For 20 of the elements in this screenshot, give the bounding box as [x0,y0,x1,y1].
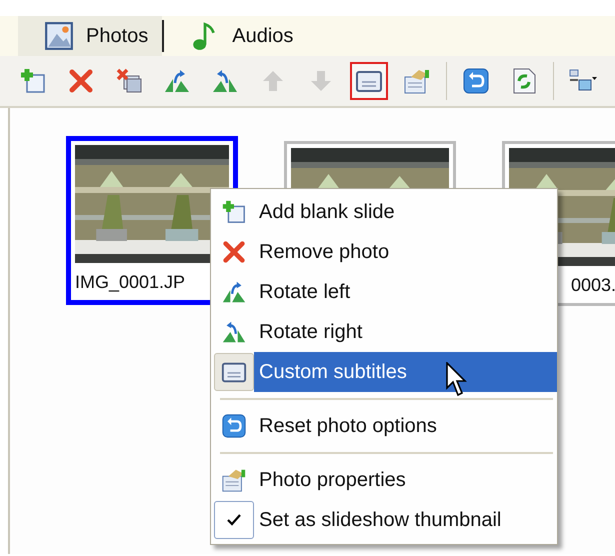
menu-item[interactable]: Set as slideshow thumbnail [254,500,557,540]
checkbox[interactable] [214,501,254,539]
photo-icon [44,21,74,51]
tab[interactable]: Audios [164,16,308,56]
photo-caption: 0003. [570,274,615,297]
menu-item[interactable]: Rotate right [254,312,557,352]
properties-icon [221,467,247,493]
menu-item[interactable]: Photo properties [254,460,557,500]
delete-icon [221,239,247,265]
rotate-left-icon [221,279,247,305]
menu-item[interactable]: Custom subtitles [254,352,557,392]
add-slide-icon [221,199,247,225]
check-icon [227,514,241,526]
menu-item[interactable]: Reset photo options [254,406,557,446]
photo-caption: IMG_0001.JP [75,271,186,294]
rotate-right-icon [221,319,247,345]
pointer-cursor-icon [446,362,470,398]
undo-icon [221,413,247,439]
tab[interactable]: Photos [18,16,162,56]
toolbar-button[interactable] [350,62,388,100]
